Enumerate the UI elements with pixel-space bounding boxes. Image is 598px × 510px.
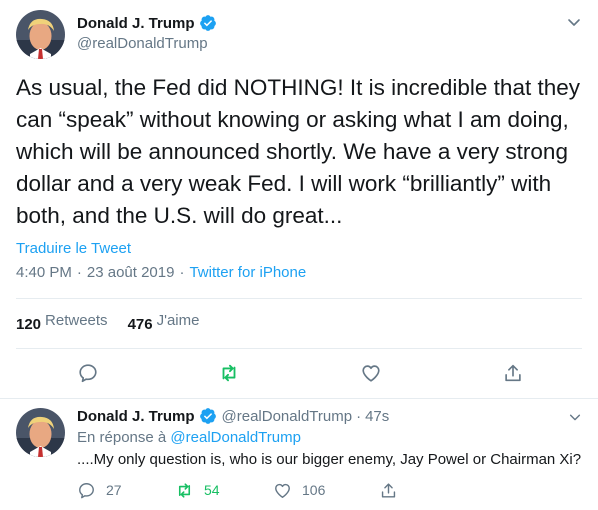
reply-button[interactable]: 27 — [77, 481, 175, 500]
meta-separator: · — [76, 264, 82, 281]
tweet-source-link[interactable]: Twitter for iPhone — [189, 264, 306, 281]
author-handle[interactable]: @realDonaldTrump — [222, 408, 353, 425]
tweet-stats: 120 Retweets 476 J'aime — [16, 312, 219, 333]
tweet-author[interactable]: Donald J. Trump @realDonaldTrump — [77, 12, 217, 52]
tweet-actions — [0, 360, 598, 388]
author-display-name[interactable]: Donald J. Trump — [77, 15, 195, 32]
likes-count: 476 — [127, 316, 153, 333]
reply-context: En réponse à @realDonaldTrump — [77, 429, 301, 446]
retweet-count: 54 — [204, 482, 220, 498]
reply-icon[interactable] — [75, 360, 101, 386]
verified-badge-icon — [199, 14, 217, 32]
author-handle[interactable]: @realDonaldTrump — [77, 35, 217, 52]
reply-text: ....My only question is, who is our bigg… — [77, 451, 582, 468]
reply-count: 27 — [106, 482, 122, 498]
likes-stat[interactable]: 476 J'aime — [128, 312, 200, 333]
share-icon — [381, 482, 396, 498]
tweet-text: As usual, the Fed did NOTHING! It is inc… — [16, 75, 580, 228]
translate-tweet-link[interactable]: Traduire le Tweet — [16, 240, 131, 257]
retweets-count: 120 — [16, 316, 42, 333]
tweet-time[interactable]: 47s — [365, 408, 389, 425]
likes-label: J'aime — [156, 312, 200, 329]
reply-mention-link[interactable]: @realDonaldTrump — [170, 429, 301, 446]
avatar[interactable] — [16, 10, 65, 59]
main-tweet: Donald J. Trump @realDonaldTrump As usua… — [0, 0, 598, 399]
chevron-down-icon[interactable] — [566, 14, 582, 30]
retweet-icon[interactable] — [216, 360, 242, 386]
like-icon[interactable] — [358, 360, 384, 386]
divider — [16, 298, 582, 299]
like-count: 106 — [302, 482, 326, 498]
tweet-meta: 4:40 PM · 23 août 2019 · Twitter for iPh… — [16, 264, 306, 281]
verified-badge-icon — [199, 407, 217, 425]
retweets-stat[interactable]: 120 Retweets — [16, 312, 108, 333]
reply-actions: 27 54 106 — [77, 480, 398, 500]
reply-tweet[interactable]: Donald J. Trump @realDonaldTrump · 47s E… — [0, 400, 598, 510]
reply-header: Donald J. Trump @realDonaldTrump · 47s — [77, 407, 389, 425]
tweet-date[interactable]: 23 août 2019 — [87, 264, 175, 281]
like-button[interactable]: 106 — [273, 481, 379, 500]
retweets-label: Retweets — [45, 312, 108, 329]
retweet-button[interactable]: 54 — [175, 481, 273, 500]
tweet-time[interactable]: 4:40 PM — [16, 264, 72, 281]
avatar-image-icon — [16, 10, 65, 59]
share-button[interactable] — [379, 481, 398, 500]
retweet-icon — [178, 482, 191, 498]
like-icon — [275, 483, 290, 498]
share-icon[interactable] — [500, 360, 526, 386]
chevron-down-icon[interactable] — [568, 410, 582, 424]
meta-separator: · — [179, 264, 185, 281]
author-display-name[interactable]: Donald J. Trump — [77, 408, 195, 425]
meta-separator: · — [356, 407, 362, 425]
reply-prefix: En réponse à — [77, 429, 167, 446]
reply-icon — [79, 482, 94, 498]
divider — [16, 348, 582, 349]
